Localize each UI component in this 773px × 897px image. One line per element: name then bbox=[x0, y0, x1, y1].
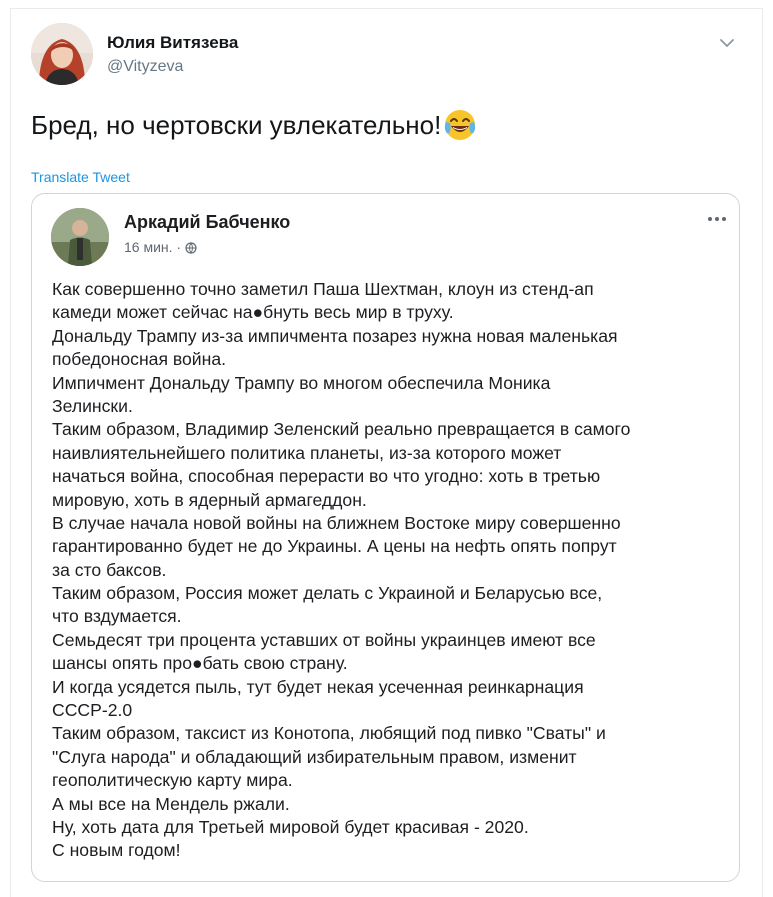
quoted-post-line: победоносная война. bbox=[52, 349, 227, 370]
quoted-post-line: шансы опять про●бать свою страну. bbox=[52, 653, 348, 674]
tweet-text-content: Бред, но чертовски увлекательно! bbox=[31, 110, 442, 140]
face-with-tears-of-joy-icon bbox=[443, 108, 477, 142]
quoted-post-line: В случае начала новой войны на ближнем В… bbox=[52, 512, 621, 533]
more-horizontal-icon bbox=[708, 217, 726, 221]
quoted-post-line: мировую, хоть в ядерный армагеддон. bbox=[52, 489, 367, 510]
quoted-post-time[interactable]: 16 мин. · bbox=[124, 239, 181, 255]
quoted-post-line: Импичмент Дональду Трампу во многом обес… bbox=[52, 372, 551, 393]
quoted-post-line: гарантированно будет не до Украины. А це… bbox=[52, 536, 617, 557]
tweet-text: Бред, но чертовски увлекательно! bbox=[31, 107, 477, 143]
quoted-post-line: Как совершенно точно заметил Паша Шехтма… bbox=[52, 279, 594, 299]
author-name[interactable]: Юлия Витязева bbox=[107, 33, 238, 53]
quoted-post-line: камеди может сейчас на●бнуть весь мир в … bbox=[52, 302, 454, 323]
tweet-card: Юлия Витязева @Vityzeva Бред, но чертовс… bbox=[10, 8, 763, 897]
author-handle[interactable]: @Vityzeva bbox=[107, 58, 183, 76]
quoted-post-body: Как совершенно точно заметил Паша Шехтма… bbox=[52, 278, 732, 863]
globe-icon bbox=[185, 241, 197, 254]
quoted-post-line: наивлиятельнейшего политика планеты, из-… bbox=[52, 442, 562, 463]
quoted-post-line: Таким образом, таксист из Конотопа, любя… bbox=[52, 723, 606, 744]
quoted-post-line: что вздумается. bbox=[52, 606, 182, 627]
quoted-author-avatar-image bbox=[51, 208, 109, 266]
author-avatar[interactable] bbox=[31, 23, 93, 85]
quoted-post-line: за сто баксов. bbox=[52, 559, 167, 580]
quoted-post-more-button[interactable] bbox=[705, 212, 729, 226]
quoted-post-line: Дональду Трампу из-за импичмента позарез… bbox=[52, 325, 618, 346]
tweet-header: Юлия Витязева @Vityzeva bbox=[31, 23, 743, 87]
quoted-post-line: Таким образом, Россия может делать с Укр… bbox=[52, 583, 603, 604]
quoted-post-line: Ну, хоть дата для Третьей мировой будет … bbox=[52, 816, 529, 837]
quoted-author-avatar[interactable] bbox=[51, 208, 109, 266]
quoted-post-line: начаться война, способная перерасти во ч… bbox=[52, 466, 601, 487]
quoted-post-line: геополитическую карту мира. bbox=[52, 770, 293, 791]
quoted-post-line: И когда усядется пыль, тут будет некая у… bbox=[52, 676, 584, 697]
quoted-post-line: "Слуга народа" и обладающий избирательны… bbox=[52, 746, 577, 767]
quoted-post-line: Семьдесят три процента уставших от войны… bbox=[52, 629, 596, 650]
quoted-post-line: С новым годом! bbox=[52, 840, 181, 861]
tweet-options-button[interactable] bbox=[715, 31, 739, 55]
quoted-post-line: Таким образом, Владимир Зеленский реальн… bbox=[52, 419, 631, 440]
quoted-post-line: Зелински. bbox=[52, 395, 133, 416]
author-avatar-image bbox=[31, 23, 93, 85]
quoted-post-line: А мы все на Мендель ржали. bbox=[52, 793, 290, 814]
quoted-post-line: СССР-2.0 bbox=[52, 700, 133, 721]
chevron-down-icon bbox=[720, 39, 734, 47]
translate-tweet-link[interactable]: Translate Tweet bbox=[31, 169, 130, 185]
quoted-post-card[interactable]: Аркадий Бабченко 16 мин. · Как совершенн… bbox=[31, 193, 740, 882]
quoted-post-meta: 16 мин. · bbox=[124, 239, 197, 255]
quoted-author-name[interactable]: Аркадий Бабченко bbox=[124, 212, 290, 233]
